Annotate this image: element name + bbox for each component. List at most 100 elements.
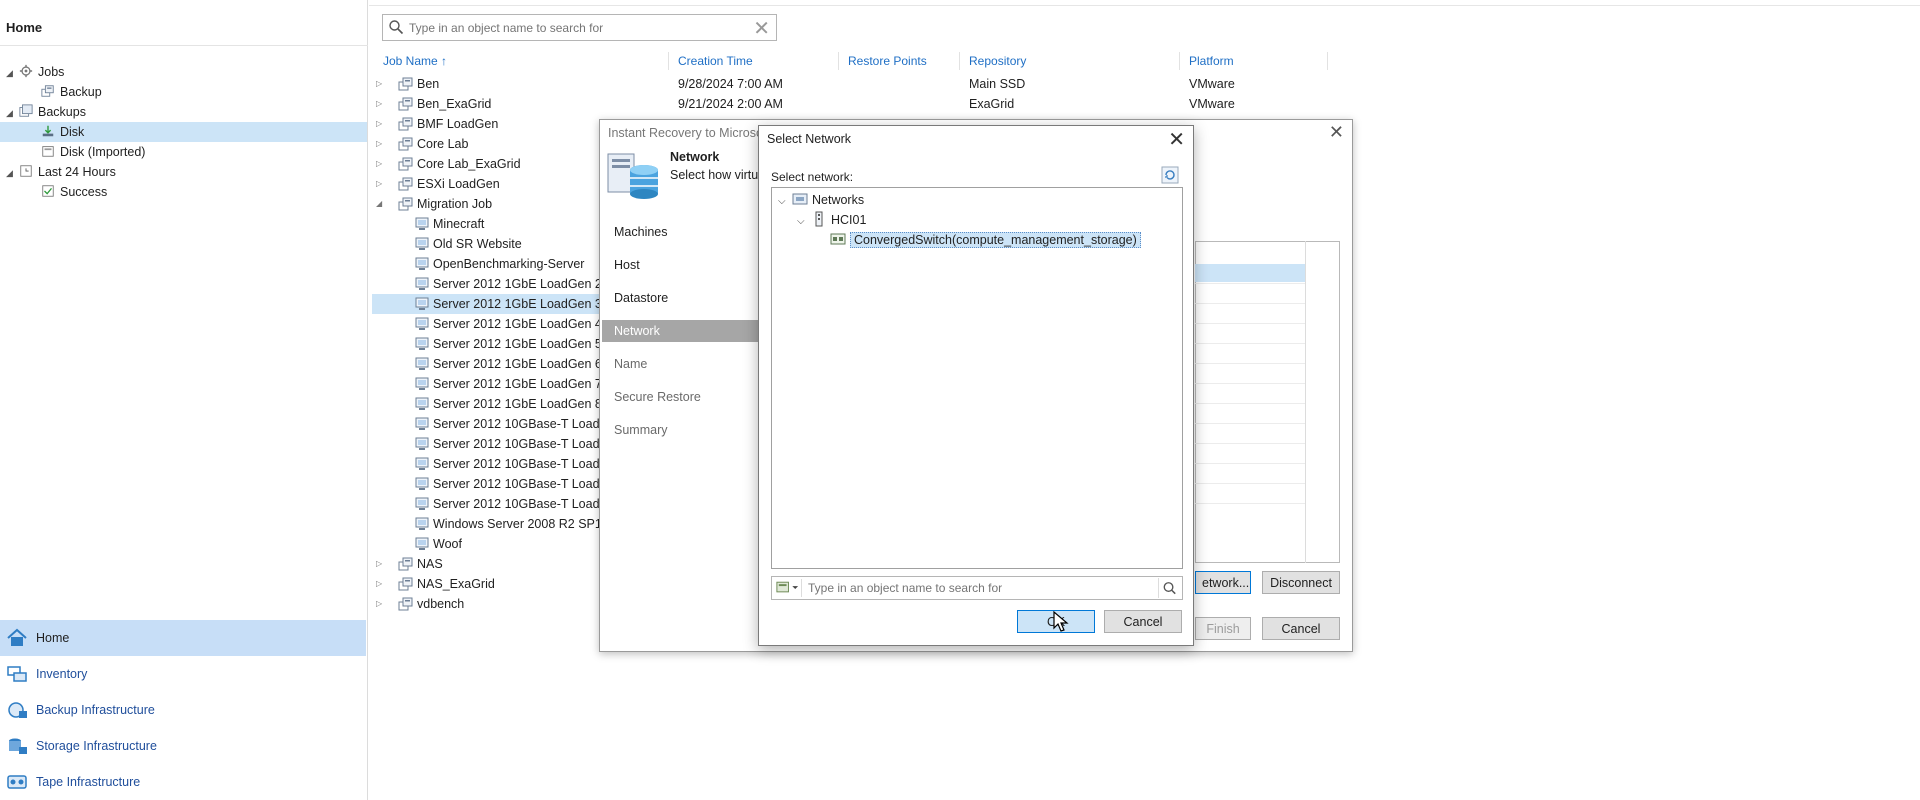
top-toolbar-strip xyxy=(369,0,1920,6)
grid-line xyxy=(1195,283,1305,284)
select-network-dialog: Select Network ✕ Select network: ⌵ Networ… xyxy=(758,125,1194,646)
nav-item-tape-infrastructure[interactable]: Tape Infrastructure xyxy=(0,764,366,800)
backup-job-icon xyxy=(398,597,413,611)
refresh-icon[interactable] xyxy=(1161,166,1179,184)
tree-item[interactable]: ◢ Last 24 Hours xyxy=(0,162,367,182)
expand-row-icon[interactable]: ▷ xyxy=(376,174,386,194)
job-name: Server 2012 1GbE LoadGen 2 xyxy=(433,277,602,291)
tree-item[interactable]: Disk xyxy=(0,122,367,142)
expand-row-icon[interactable]: ▷ xyxy=(376,134,386,154)
wizard-step-name[interactable]: Name xyxy=(602,353,760,375)
vm-icon xyxy=(415,217,429,230)
expand-row-icon[interactable]: ▷ xyxy=(376,94,386,114)
tree-item-label: Disk (Imported) xyxy=(60,145,146,159)
network-search-box[interactable] xyxy=(771,576,1183,600)
expand-row-icon[interactable]: ▷ xyxy=(376,154,386,174)
network-mapping-selected-row[interactable] xyxy=(1195,264,1305,282)
vm-icon xyxy=(415,457,429,470)
collapse-row-icon[interactable]: ◢ xyxy=(376,194,386,214)
wizard-step-summary[interactable]: Summary xyxy=(602,419,760,441)
chevron-down-icon[interactable]: ⌵ xyxy=(797,212,811,232)
cell-creation-time: 9/21/2024 2:00 AM xyxy=(678,97,783,111)
column-header-job-name[interactable]: Job Name ↑ xyxy=(383,54,447,70)
job-search-input[interactable] xyxy=(407,18,737,37)
tree-item[interactable]: Backup xyxy=(0,82,367,102)
wizard-step-datastore[interactable]: Datastore xyxy=(602,287,760,309)
search-icon[interactable] xyxy=(1158,578,1180,598)
network-mapping-list[interactable] xyxy=(1195,241,1340,563)
clear-search-icon[interactable]: ✕ xyxy=(753,16,770,41)
tree-item[interactable]: ◢ Backups xyxy=(0,102,367,122)
home-icon xyxy=(7,628,27,646)
job-name: Server 2012 10GBase-T LoadGe xyxy=(433,417,617,431)
vm-icon xyxy=(415,417,429,430)
expand-row-icon[interactable]: ▷ xyxy=(376,594,386,614)
expand-row-icon[interactable]: ▷ xyxy=(376,554,386,574)
tree-item[interactable]: Success xyxy=(0,182,367,202)
expand-toggle-icon[interactable]: ◢ xyxy=(6,63,18,83)
expand-toggle-icon[interactable]: ◢ xyxy=(6,103,18,123)
column-header-repository[interactable]: Repository xyxy=(969,54,1026,70)
tree-item-label: Backup xyxy=(60,85,102,99)
expand-row-icon[interactable]: ▷ xyxy=(376,574,386,594)
finish-button[interactable]: Finish xyxy=(1195,617,1251,640)
nav-item-backup-infrastructure[interactable]: Backup Infrastructure xyxy=(0,692,366,728)
tree-item-label: Jobs xyxy=(38,65,65,79)
wizard-title: Instant Recovery to Microsof xyxy=(608,126,767,140)
close-icon[interactable]: ✕ xyxy=(1329,122,1344,143)
mouse-cursor-icon xyxy=(1053,611,1069,632)
expand-row-icon[interactable]: ▷ xyxy=(376,114,386,134)
select-network-label: Select network: xyxy=(771,170,854,184)
job-search-box[interactable]: ✕ xyxy=(382,14,777,41)
sort-ascending-icon: ↑ xyxy=(437,54,448,68)
close-icon[interactable]: ✕ xyxy=(1168,127,1185,152)
inventory-icon xyxy=(7,666,27,682)
table-row[interactable]: Server 2012 1GbE LoadGen 3 xyxy=(372,294,602,314)
job-name: Core Lab_ExaGrid xyxy=(417,157,521,171)
grid-line xyxy=(1195,503,1305,504)
nav-item-inventory[interactable]: Inventory xyxy=(0,656,366,692)
wizard-step-machines[interactable]: Machines xyxy=(602,221,760,243)
network-tree-node[interactable]: ⌵ HCI01 xyxy=(797,210,866,230)
wizard-step-network[interactable]: Network xyxy=(602,320,760,342)
cancel-button[interactable]: Cancel xyxy=(1104,610,1182,633)
network-tree-node[interactable]: ⌵ Networks xyxy=(778,190,864,210)
network-button[interactable]: etwork... xyxy=(1195,571,1251,594)
network-tree-label: ConvergedSwitch(compute_management_stora… xyxy=(850,232,1141,248)
search-icon xyxy=(389,20,404,35)
storage-infrastructure-icon xyxy=(9,738,27,754)
job-name: Core Lab xyxy=(417,137,469,151)
column-header-creation-time[interactable]: Creation Time xyxy=(678,54,753,70)
job-name: Server 2012 1GbE LoadGen 4 xyxy=(433,317,602,331)
tree-item[interactable]: Disk (Imported) xyxy=(0,142,367,162)
wizard-step-secure-restore[interactable]: Secure Restore xyxy=(602,386,760,408)
nav-item-storage-infrastructure[interactable]: Storage Infrastructure xyxy=(0,728,366,764)
tree-item[interactable]: ◢ Jobs xyxy=(0,62,367,82)
backup-job-icon xyxy=(398,97,413,111)
navigation-pane: Home ◢ Jobs Backup ◢ Backups Disk Disk (Import… xyxy=(0,0,368,800)
backup-job-icon xyxy=(398,77,413,91)
chevron-down-icon[interactable]: ⌵ xyxy=(778,192,792,212)
job-name: Server 2012 10GBase-T LoadGe xyxy=(433,437,617,451)
expand-toggle-icon[interactable]: ◢ xyxy=(6,163,18,183)
wizard-step-host[interactable]: Host xyxy=(602,254,760,276)
network-search-input[interactable] xyxy=(806,580,1146,596)
job-name: Minecraft xyxy=(433,217,485,231)
nav-item-home[interactable]: Home xyxy=(0,620,366,656)
table-row[interactable]: ▷ Ben xyxy=(372,74,972,94)
filter-dropdown-icon[interactable] xyxy=(774,579,802,597)
wizard-cancel-button[interactable]: Cancel xyxy=(1262,617,1340,640)
table-row[interactable]: ▷ Ben_ExaGrid xyxy=(372,94,972,114)
tape-infrastructure-icon xyxy=(7,775,27,789)
vm-icon xyxy=(415,377,429,390)
job-name: Server 2012 10GBase-T LoadGe xyxy=(433,457,617,471)
network-folder-icon xyxy=(792,193,808,205)
column-header-label: Creation Time xyxy=(678,54,753,68)
network-tree-node[interactable]: ConvergedSwitch(compute_management_stora… xyxy=(816,230,1141,250)
disconnect-button[interactable]: Disconnect xyxy=(1262,571,1340,594)
column-header-restore-points[interactable]: Restore Points xyxy=(848,54,927,70)
network-tree[interactable]: ⌵ Networks ⌵ HCI01 ConvergedSwitch(compute_m… xyxy=(771,187,1183,569)
expand-row-icon[interactable]: ▷ xyxy=(376,74,386,94)
column-separator xyxy=(838,52,839,70)
column-header-platform[interactable]: Platform xyxy=(1189,54,1234,70)
